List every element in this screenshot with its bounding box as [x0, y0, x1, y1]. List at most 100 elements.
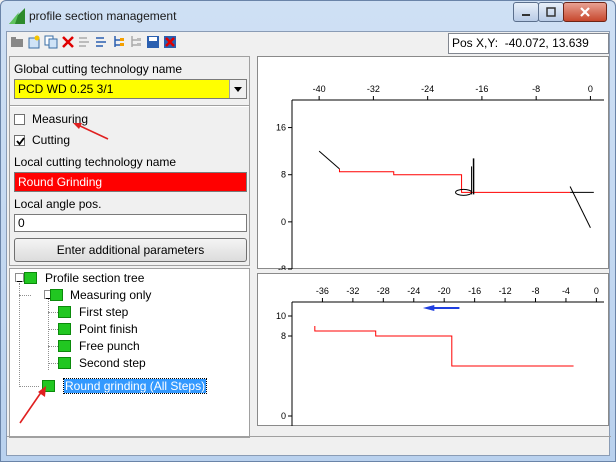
- check-icon: [16, 137, 25, 146]
- x-tick-label: -16: [475, 84, 488, 94]
- x-tick-label: 0: [588, 84, 593, 94]
- tree-collapse-toggle[interactable]: [15, 273, 24, 282]
- y-tick-label: 8: [281, 331, 286, 341]
- position-readout: Pos X,Y: -40.072, 13.639: [448, 33, 609, 54]
- x-tick-label: -40: [313, 84, 326, 94]
- position-value: -40.072, 13.639: [504, 36, 589, 50]
- close-icon: [580, 7, 590, 17]
- x-tick-label: -32: [367, 84, 380, 94]
- chart-svg: -36 -32 -28 -24 -20 -16 -12 -8 -4 0 10 8 0: [276, 286, 604, 426]
- list-alt-icon[interactable]: [95, 35, 109, 49]
- x-tick-label: -20: [438, 286, 451, 296]
- technology-panel: Global cutting technology name PCD WD 0.…: [9, 56, 250, 266]
- tree-line: [48, 312, 58, 313]
- tree-item-label: Free punch: [79, 339, 140, 353]
- x-tick-label: -28: [377, 286, 390, 296]
- profile-chart-top[interactable]: -40 -32 -24 -16 -8 0 16 8 0 -8: [257, 56, 609, 270]
- window-title: profile section management: [29, 9, 177, 23]
- local-angle-value: 0: [18, 216, 25, 230]
- x-tick-label: -24: [407, 286, 420, 296]
- minus-icon: [17, 281, 22, 282]
- delete-icon[interactable]: [61, 35, 75, 49]
- annotation-arrow: [19, 386, 46, 424]
- tree-icon[interactable]: [112, 35, 126, 49]
- x-tick-label: -16: [468, 286, 481, 296]
- tree-root-label: Profile section tree: [45, 271, 145, 285]
- tree-item-label: Second step: [79, 356, 146, 370]
- status-bar: [7, 436, 611, 456]
- tree-line: [48, 329, 58, 330]
- x-tick-label: 0: [594, 286, 599, 296]
- divider: [10, 105, 249, 107]
- measuring-checkbox[interactable]: [14, 114, 25, 125]
- y-tick-label: 0: [281, 411, 286, 421]
- maximize-icon: [546, 7, 556, 17]
- green-check-icon: [24, 272, 37, 284]
- tree-item-label: Round grinding (All Steps): [62, 378, 208, 394]
- global-tech-value: PCD WD 0.25 3/1: [18, 82, 114, 96]
- maximize-button[interactable]: [538, 2, 564, 22]
- green-check-icon: [50, 289, 63, 301]
- profile-section-tree: Profile section tree Measuring only Firs…: [9, 268, 250, 438]
- tree-line: [48, 299, 49, 370]
- profile-line: [338, 168, 571, 193]
- y-tick-label: 10: [276, 311, 286, 321]
- local-tech-label: Local cutting technology name: [14, 155, 177, 169]
- y-tick-label: 0: [281, 217, 286, 227]
- toolbar: Pos X,Y: -40.072, 13.639: [7, 32, 611, 54]
- direction-arrow-head: [422, 305, 435, 311]
- save-icon[interactable]: [146, 35, 160, 49]
- client-area: Pos X,Y: -40.072, 13.639 Global cutting …: [6, 31, 611, 456]
- x-tick-label: -8: [532, 84, 540, 94]
- profile-line: [314, 326, 574, 367]
- y-tick-label: 8: [281, 170, 286, 180]
- app-logo-icon: [9, 8, 25, 24]
- copy-icon[interactable]: [44, 35, 58, 49]
- chevron-down-icon: [234, 86, 242, 92]
- chart-svg: -40 -32 -24 -16 -8 0 16 8 0 -8: [276, 84, 604, 270]
- minimize-icon: [522, 14, 530, 16]
- open-folder-icon[interactable]: [10, 35, 24, 49]
- profile-chart-bottom[interactable]: -36 -32 -28 -24 -20 -16 -12 -8 -4 0 10 8 0: [257, 273, 609, 426]
- local-angle-label: Local angle pos.: [14, 197, 102, 211]
- combo-dropdown-button[interactable]: [229, 80, 246, 98]
- tree-line: [19, 283, 20, 387]
- tree-line: [19, 295, 31, 296]
- position-label: Pos X,Y:: [452, 36, 499, 50]
- cutting-label: Cutting: [32, 133, 71, 147]
- global-tech-label: Global cutting technology name: [14, 62, 183, 76]
- minimize-button[interactable]: [513, 2, 539, 22]
- new-icon[interactable]: [27, 35, 41, 49]
- tree-alt-icon[interactable]: [129, 35, 143, 49]
- local-angle-field[interactable]: 0: [14, 214, 247, 232]
- enter-parameters-button[interactable]: Enter additional parameters: [14, 238, 247, 262]
- title-bar[interactable]: profile section management: [1, 1, 615, 31]
- tree-line: [48, 346, 58, 347]
- close-button[interactable]: [563, 2, 607, 22]
- x-tick-label: -24: [421, 84, 434, 94]
- x-tick-label: -4: [562, 286, 570, 296]
- exit-icon[interactable]: [163, 35, 177, 49]
- tree-item-label: Measuring only: [70, 288, 152, 302]
- tree-item-label: First step: [79, 305, 129, 319]
- x-tick-label: -12: [499, 286, 512, 296]
- green-check-icon: [58, 357, 71, 369]
- green-check-icon: [58, 306, 71, 318]
- x-tick-label: -8: [532, 286, 540, 296]
- cutting-checkbox[interactable]: [14, 135, 25, 146]
- y-tick-label: -8: [278, 264, 286, 270]
- annotation-arrow: [73, 123, 109, 140]
- green-check-icon: [58, 340, 71, 352]
- tree-item-label: Point finish: [79, 322, 138, 336]
- profile-line: [318, 150, 340, 170]
- list-icon[interactable]: [78, 35, 92, 49]
- tree-line: [48, 363, 58, 364]
- green-check-icon: [58, 323, 71, 335]
- x-tick-label: -32: [346, 286, 359, 296]
- local-tech-value: Round Grinding: [18, 175, 103, 189]
- global-tech-combo[interactable]: PCD WD 0.25 3/1: [14, 79, 247, 99]
- app-window: profile section management Pos X,Y: -40.…: [0, 0, 616, 462]
- local-tech-field[interactable]: Round Grinding: [14, 172, 247, 192]
- x-tick-label: -36: [316, 286, 329, 296]
- y-tick-label: 16: [276, 123, 286, 133]
